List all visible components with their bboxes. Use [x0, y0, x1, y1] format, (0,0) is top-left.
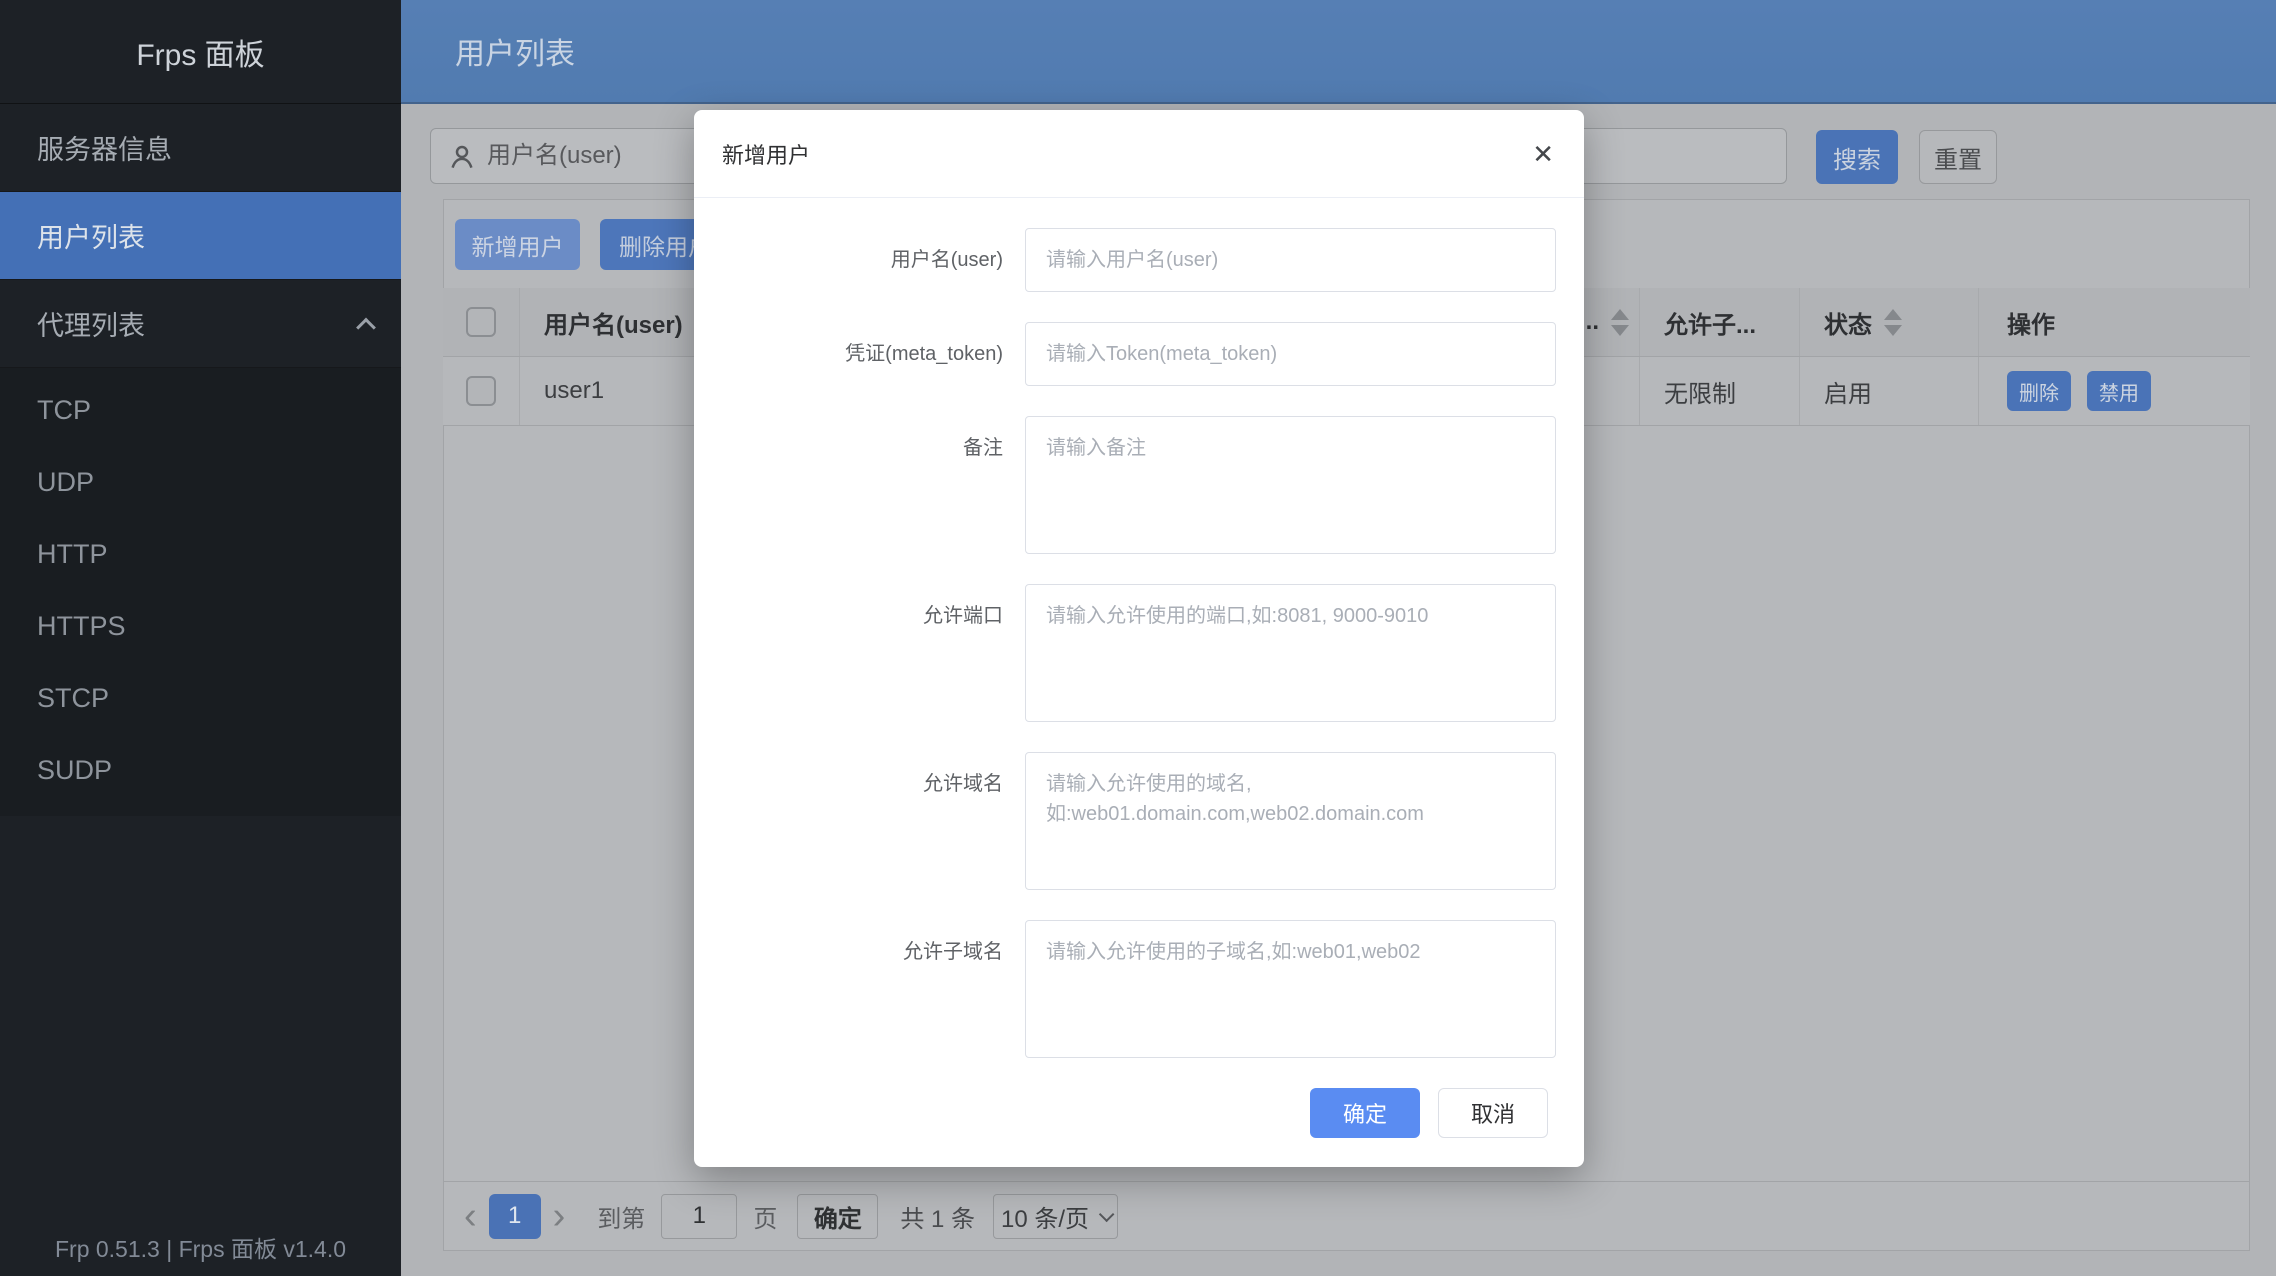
sidebar-subitem-udp[interactable]: UDP — [0, 446, 401, 518]
field-label: 允许端口 — [694, 584, 1003, 722]
cell-value: 无限制 — [1664, 374, 1736, 409]
sidebar-subitem-tcp[interactable]: TCP — [0, 374, 401, 446]
header-allow-subdomains[interactable]: 允许子... — [1640, 288, 1800, 356]
header-actions: 操作 — [1979, 288, 2250, 356]
add-user-dialog: 新增用户 ✕ 用户名(user) 凭证(meta_token) 备注 允许端口 … — [694, 110, 1584, 1167]
goto-confirm-button[interactable]: 确定 — [797, 1194, 878, 1239]
sidebar-subitem-sudp[interactable]: SUDP — [0, 734, 401, 806]
page-size-value: 10 条/页 — [1001, 1199, 1089, 1234]
sidebar-nav: 服务器信息 用户列表 代理列表 TCP UDP HTTP HTTPS STCP … — [0, 104, 401, 816]
form-row-username: 用户名(user) — [694, 228, 1584, 292]
dialog-footer: 确定 取消 — [694, 1088, 1584, 1138]
sidebar-item-label: 用户列表 — [37, 216, 145, 255]
form-row-allow-domains: 允许域名 — [694, 752, 1584, 890]
cell-value: user1 — [544, 377, 604, 405]
subitem-label: STCP — [37, 683, 109, 714]
next-page-icon[interactable]: › — [547, 1197, 572, 1235]
current-page-button[interactable]: 1 — [489, 1194, 541, 1239]
sort-caret-icon[interactable] — [1884, 309, 1902, 336]
username-field[interactable] — [1025, 228, 1556, 292]
subitem-label: TCP — [37, 395, 91, 426]
field-label: 备注 — [694, 416, 1003, 554]
select-all-checkbox[interactable] — [466, 307, 496, 337]
field-label: 用户名(user) — [694, 228, 1003, 292]
form-row-allow-subdomains: 允许子域名 — [694, 920, 1584, 1058]
goto-suffix-label: 页 — [753, 1199, 777, 1234]
total-count-label: 共 1 条 — [900, 1199, 975, 1234]
sidebar-subitem-http[interactable]: HTTP — [0, 518, 401, 590]
pagination-bar: ‹ 1 › 到第 页 确定 共 1 条 10 条/页 — [444, 1181, 2249, 1250]
reset-button[interactable]: 重置 — [1919, 130, 1997, 184]
topbar: 用户列表 — [401, 0, 2276, 104]
row-delete-button[interactable]: 删除 — [2007, 371, 2071, 411]
subitem-label: UDP — [37, 467, 94, 498]
sort-caret-icon[interactable] — [1611, 309, 1629, 336]
sidebar-item-server-info[interactable]: 服务器信息 — [0, 104, 401, 192]
field-label: 凭证(meta_token) — [694, 322, 1003, 386]
page-title: 用户列表 — [455, 29, 575, 73]
subitem-label: HTTPS — [37, 611, 126, 642]
cell-value: 启用 — [1824, 374, 1872, 409]
subitem-label: SUDP — [37, 755, 112, 786]
page-size-select[interactable]: 10 条/页 — [993, 1194, 1118, 1239]
cell-actions: 删除 禁用 — [1979, 357, 2250, 425]
header-select-all-cell — [443, 288, 520, 356]
form-row-allow-ports: 允许端口 — [694, 584, 1584, 722]
comment-field[interactable] — [1025, 416, 1556, 554]
header-label: 操作 — [2007, 305, 2055, 340]
version-footer: Frp 0.51.3 | Frps 面板 v1.4.0 — [0, 1218, 401, 1276]
goto-prefix-label: 到第 — [597, 1199, 645, 1234]
goto-page-input[interactable] — [661, 1194, 737, 1239]
field-label: 允许域名 — [694, 752, 1003, 890]
form-row-comment: 备注 — [694, 416, 1584, 554]
dialog-header: 新增用户 ✕ — [694, 110, 1584, 198]
subitem-label: HTTP — [37, 539, 108, 570]
user-icon — [447, 142, 477, 172]
row-checkbox[interactable] — [466, 376, 496, 406]
form-row-token: 凭证(meta_token) — [694, 322, 1584, 386]
sidebar-subitem-https[interactable]: HTTPS — [0, 590, 401, 662]
row-select-cell — [443, 357, 520, 425]
row-disable-button[interactable]: 禁用 — [2087, 371, 2151, 411]
sidebar-item-proxy-list[interactable]: 代理列表 — [0, 280, 401, 368]
header-status[interactable]: 状态 — [1800, 288, 1979, 356]
sidebar-subitem-stcp[interactable]: STCP — [0, 662, 401, 734]
cell-status: 启用 — [1800, 357, 1979, 425]
prev-page-icon[interactable]: ‹ — [458, 1197, 483, 1235]
cell-allow-subdomains: 无限制 — [1640, 357, 1800, 425]
token-field[interactable] — [1025, 322, 1556, 386]
chevron-up-icon — [356, 317, 376, 337]
dialog-body: 用户名(user) 凭证(meta_token) 备注 允许端口 允许域名 允许… — [694, 198, 1584, 1138]
header-label: 状态 — [1824, 305, 1872, 340]
cancel-button[interactable]: 取消 — [1438, 1088, 1548, 1138]
proxy-submenu: TCP UDP HTTP HTTPS STCP SUDP — [0, 368, 401, 816]
sidebar-item-label: 服务器信息 — [37, 128, 172, 167]
header-label: .. — [1586, 308, 1599, 336]
header-label: 用户名(user) — [544, 305, 683, 340]
app-screen: Frps 面板 服务器信息 用户列表 代理列表 TCP UDP HTTP HTT… — [0, 0, 2276, 1276]
search-button[interactable]: 搜索 — [1816, 130, 1898, 184]
allow-subdomains-field[interactable] — [1025, 920, 1556, 1058]
app-title: Frps 面板 — [0, 0, 401, 104]
field-label: 允许子域名 — [694, 920, 1003, 1058]
confirm-button[interactable]: 确定 — [1310, 1088, 1420, 1138]
sidebar-item-label: 代理列表 — [37, 304, 145, 343]
allow-domains-field[interactable] — [1025, 752, 1556, 890]
header-label: 允许子... — [1664, 305, 1756, 340]
chevron-down-icon — [1099, 1206, 1115, 1222]
add-user-button[interactable]: 新增用户 — [455, 219, 580, 270]
sidebar: Frps 面板 服务器信息 用户列表 代理列表 TCP UDP HTTP HTT… — [0, 0, 401, 1276]
dialog-title: 新增用户 — [722, 138, 810, 170]
sidebar-item-user-list[interactable]: 用户列表 — [0, 192, 401, 280]
allow-ports-field[interactable] — [1025, 584, 1556, 722]
close-icon[interactable]: ✕ — [1532, 141, 1554, 167]
